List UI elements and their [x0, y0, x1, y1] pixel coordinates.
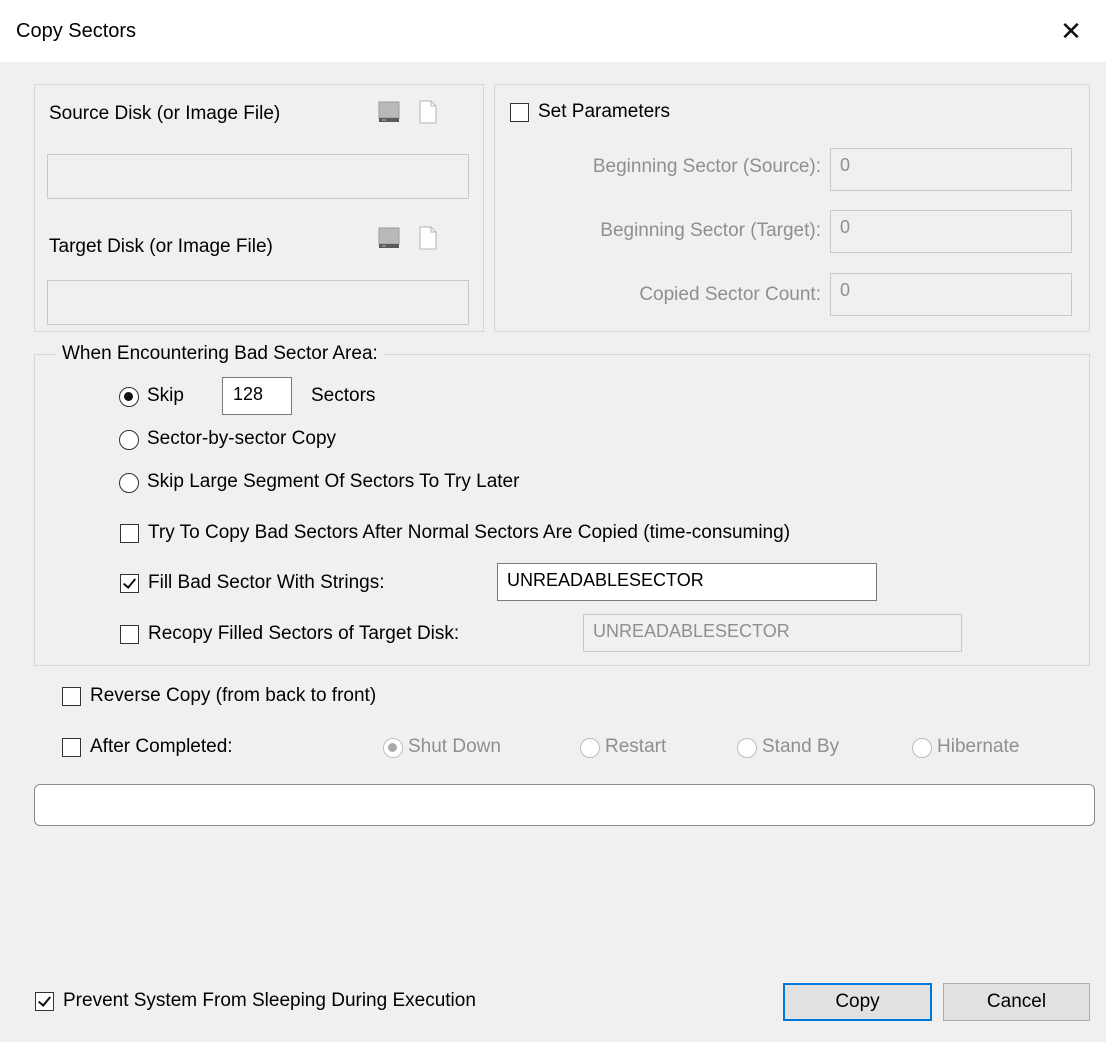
fill-string-field[interactable]: UNREADABLESECTOR — [497, 563, 877, 601]
fill-bad-sector-checkbox[interactable] — [120, 574, 139, 593]
dialog-title: Copy Sectors — [16, 20, 137, 42]
stand-by-radio[interactable] — [737, 738, 757, 758]
skip-label: Skip — [147, 385, 184, 406]
bad-sector-legend: When Encountering Bad Sector Area: — [56, 343, 384, 365]
try-copy-bad-checkbox[interactable] — [120, 524, 139, 543]
copied-count-label: Copied Sector Count: — [639, 284, 821, 305]
title-bar: Copy Sectors ✕ — [0, 0, 1106, 62]
recopy-filled-label: Recopy Filled Sectors of Target Disk: — [148, 623, 460, 644]
reverse-copy-label: Reverse Copy (from back to front) — [90, 685, 377, 706]
skip-unit-label: Sectors — [311, 385, 376, 406]
source-disk-field[interactable] — [47, 154, 469, 199]
set-parameters-checkbox[interactable] — [510, 103, 529, 122]
file-icon[interactable] — [418, 226, 438, 250]
progress-bar — [34, 784, 1095, 826]
source-disk-label: Source Disk (or Image File) — [49, 103, 281, 124]
shut-down-radio[interactable] — [383, 738, 403, 758]
disk-icon[interactable] — [377, 100, 401, 124]
target-disk-field[interactable] — [47, 280, 469, 325]
try-copy-bad-label: Try To Copy Bad Sectors After Normal Sec… — [148, 522, 791, 543]
restart-radio[interactable] — [580, 738, 600, 758]
begin-source-field[interactable]: 0 — [830, 148, 1072, 191]
close-icon[interactable]: ✕ — [1054, 14, 1088, 48]
stand-by-label: Stand By — [762, 736, 840, 757]
target-disk-label: Target Disk (or Image File) — [49, 236, 273, 257]
restart-label: Restart — [605, 736, 667, 757]
sector-by-sector-radio[interactable] — [119, 430, 139, 450]
hibernate-label: Hibernate — [937, 736, 1020, 757]
skip-count-field[interactable]: 128 — [222, 377, 292, 415]
hibernate-radio[interactable] — [912, 738, 932, 758]
set-parameters-label: Set Parameters — [538, 101, 670, 122]
recopy-string-field[interactable]: UNREADABLESECTOR — [583, 614, 962, 652]
copy-button[interactable]: Copy — [783, 983, 932, 1021]
disk-icon[interactable] — [377, 226, 401, 250]
fill-bad-sector-label: Fill Bad Sector With Strings: — [148, 572, 385, 593]
begin-target-label: Beginning Sector (Target): — [600, 220, 821, 241]
skip-radio[interactable] — [119, 387, 139, 407]
skip-large-radio[interactable] — [119, 473, 139, 493]
cancel-button[interactable]: Cancel — [943, 983, 1090, 1021]
recopy-filled-checkbox[interactable] — [120, 625, 139, 644]
reverse-copy-checkbox[interactable] — [62, 687, 81, 706]
begin-source-label: Beginning Sector (Source): — [592, 156, 821, 177]
begin-target-field[interactable]: 0 — [830, 210, 1072, 253]
skip-large-label: Skip Large Segment Of Sectors To Try Lat… — [147, 471, 520, 492]
sector-by-sector-label: Sector-by-sector Copy — [147, 428, 337, 449]
prevent-sleep-label: Prevent System From Sleeping During Exec… — [63, 990, 476, 1011]
prevent-sleep-checkbox[interactable] — [35, 992, 54, 1011]
file-icon[interactable] — [418, 100, 438, 124]
shut-down-label: Shut Down — [408, 736, 501, 757]
after-completed-label: After Completed: — [90, 736, 233, 757]
after-completed-checkbox[interactable] — [62, 738, 81, 757]
copy-sectors-dialog: Copy Sectors ✕ Source Disk (or Image Fil… — [0, 0, 1106, 1042]
copied-count-field[interactable]: 0 — [830, 273, 1072, 316]
